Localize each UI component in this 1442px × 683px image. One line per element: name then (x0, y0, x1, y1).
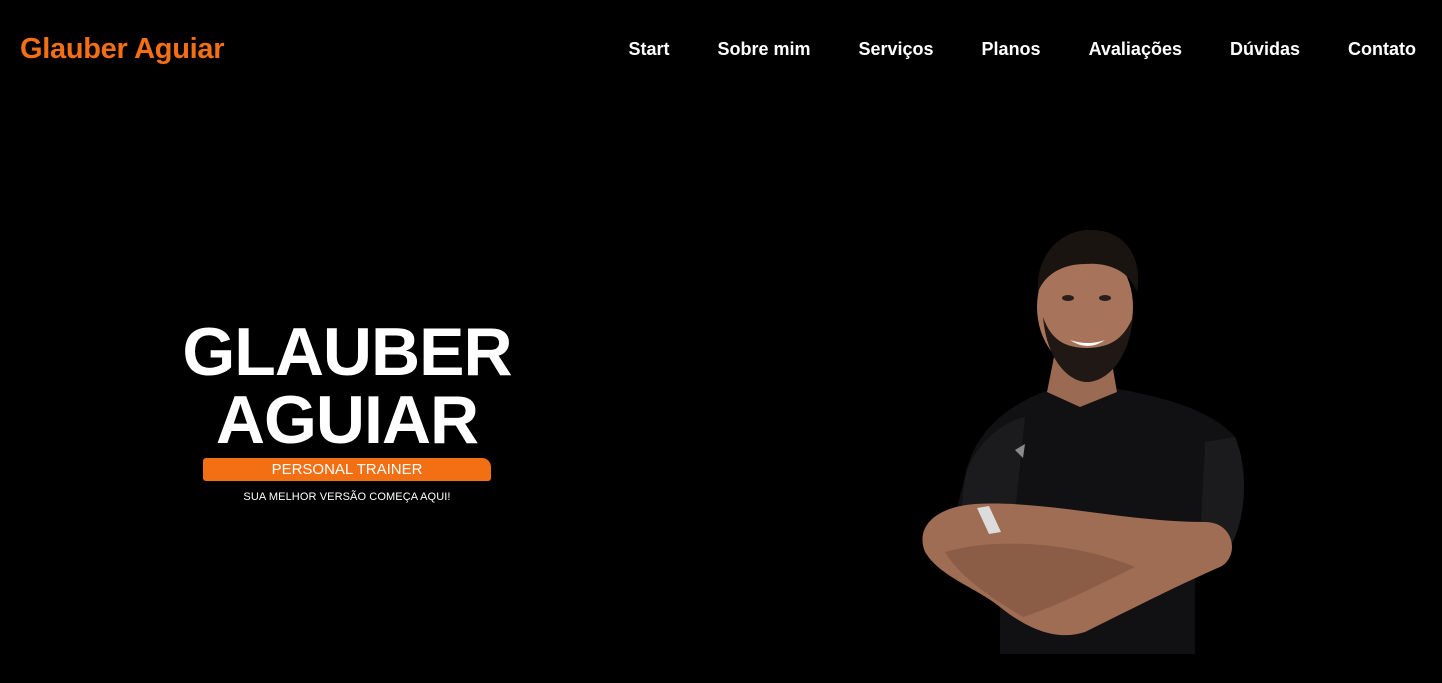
nav-link-duvidas[interactable]: Dúvidas (1230, 36, 1300, 62)
hero-title-line-1: GLAUBER (182, 314, 512, 390)
nav-link-contato[interactable]: Contato (1348, 36, 1416, 62)
hero-tagline: SUA MELHOR VERSÃO COMEÇA AQUI! (243, 491, 451, 503)
brand-logo-link[interactable]: Glauber Aguiar (20, 30, 225, 68)
nav-link-sobre-mim[interactable]: Sobre mim (717, 36, 810, 62)
nav-link-planos[interactable]: Planos (982, 36, 1041, 62)
nav-link-start[interactable]: Start (628, 36, 669, 62)
hero-title: GLAUBER AGUIAR (170, 318, 524, 454)
page: Glauber Aguiar Start Sobre mim Serviços … (0, 0, 1442, 683)
nav-link-avaliacoes[interactable]: Avaliações (1089, 36, 1182, 62)
hero-title-line-2: AGUIAR (215, 382, 479, 458)
site-header: Glauber Aguiar Start Sobre mim Serviços … (0, 0, 1442, 100)
main-nav: Start Sobre mim Serviços Planos Avaliaçõ… (628, 36, 1416, 62)
hero-section: GLAUBER AGUIAR PERSONAL TRAINER SUA MELH… (170, 318, 524, 504)
nav-link-servicos[interactable]: Serviços (858, 36, 933, 62)
trainer-photo (922, 229, 1245, 654)
role-badge: PERSONAL TRAINER (203, 458, 491, 481)
